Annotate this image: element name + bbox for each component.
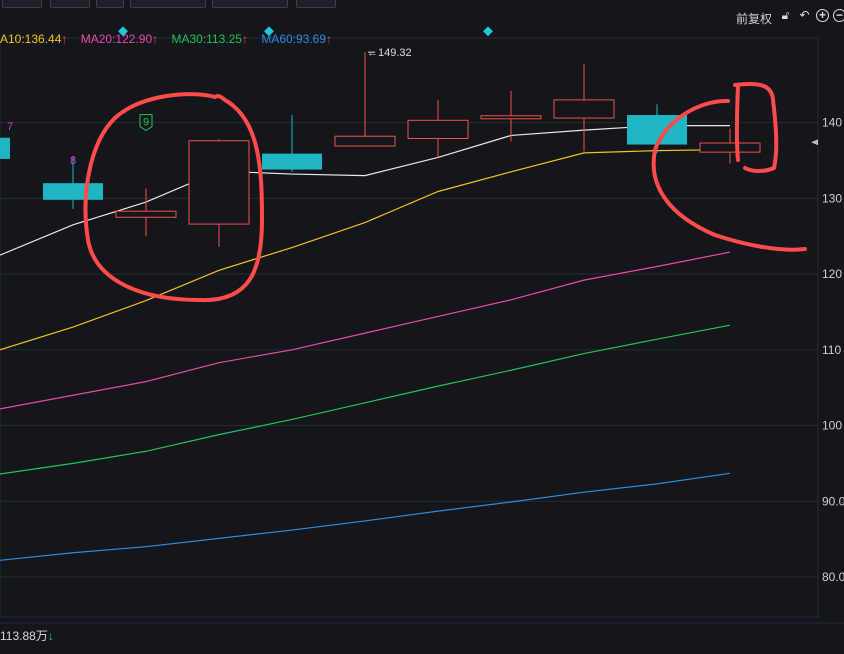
- top-toolbar: 前复权 🔓︎ ↶ + −: [0, 0, 844, 28]
- current-price-pointer: [811, 139, 818, 146]
- period-tab[interactable]: [296, 0, 336, 8]
- period-tab[interactable]: [212, 0, 288, 8]
- ma20-up-arrow: ↑: [152, 32, 159, 46]
- candle-body-down[interactable]: [0, 137, 10, 159]
- moving-average-lines: [0, 125, 731, 561]
- y-tick-label: 100: [822, 419, 842, 433]
- ma-legend: A10:136.44↑ MA20:122.90↑ MA30:113.25↑ MA…: [0, 32, 342, 46]
- annotation-box-right: [733, 81, 779, 173]
- candle-body-up[interactable]: [407, 119, 469, 139]
- ma30-line: [0, 324, 731, 475]
- candle-body-up[interactable]: [188, 140, 250, 225]
- ma10-up-arrow: ↑: [61, 32, 68, 46]
- ma60-line: [0, 472, 731, 561]
- undo-icon[interactable]: ↶: [798, 9, 811, 22]
- ma20-legend: MA20:122.90↑: [80, 32, 159, 46]
- period-tab[interactable]: [130, 0, 206, 8]
- volume-label: 113.88万↓: [0, 629, 54, 643]
- ma60-up-arrow: ↑: [326, 32, 333, 46]
- markers: 7 8 9: [7, 26, 493, 167]
- sequence-number: 7: [7, 121, 13, 133]
- zoom-out-icon[interactable]: −: [833, 9, 844, 22]
- ma60-legend: MA60:93.69↑: [261, 32, 333, 46]
- candle-body-up[interactable]: [699, 142, 761, 153]
- high-price-label: ←149.32: [367, 47, 412, 59]
- ma10-legend: A10:136.44↑: [0, 32, 68, 46]
- y-tick-label: 130: [822, 191, 842, 205]
- candlestick-chart[interactable]: ←149.32 140 130 120 110 100 90.0 80.0 7 8 9: [0, 0, 844, 654]
- candle-body-up[interactable]: [480, 115, 542, 120]
- ma30-up-arrow: ↑: [241, 32, 248, 46]
- y-tick-label: 80.0: [822, 570, 844, 584]
- volume-down-arrow: ↓: [47, 629, 54, 643]
- ma10-line: [0, 148, 731, 351]
- y-tick-label: 140: [822, 116, 842, 130]
- sequence-number: 9: [143, 117, 149, 129]
- lock-icon[interactable]: 🔓︎: [779, 9, 792, 22]
- candle-body-up[interactable]: [115, 210, 177, 218]
- candle-body-up[interactable]: [334, 135, 396, 147]
- ma30-legend: MA30:113.25↑: [171, 32, 248, 46]
- sequence-number: 8: [70, 155, 76, 167]
- candle-body-down[interactable]: [262, 153, 322, 170]
- period-tab[interactable]: [2, 0, 42, 8]
- period-tab[interactable]: [50, 0, 90, 8]
- y-tick-label: 90.0: [822, 494, 844, 508]
- period-tab[interactable]: [96, 0, 124, 8]
- y-tick-label: 110: [822, 343, 841, 357]
- candle-body-down[interactable]: [43, 183, 103, 200]
- candle-body-up[interactable]: [553, 99, 615, 119]
- restore-rights-selector[interactable]: 前复权: [736, 10, 772, 27]
- candles: ←149.32: [0, 47, 761, 247]
- y-tick-label: 120: [822, 267, 842, 281]
- zoom-in-icon[interactable]: +: [816, 9, 829, 22]
